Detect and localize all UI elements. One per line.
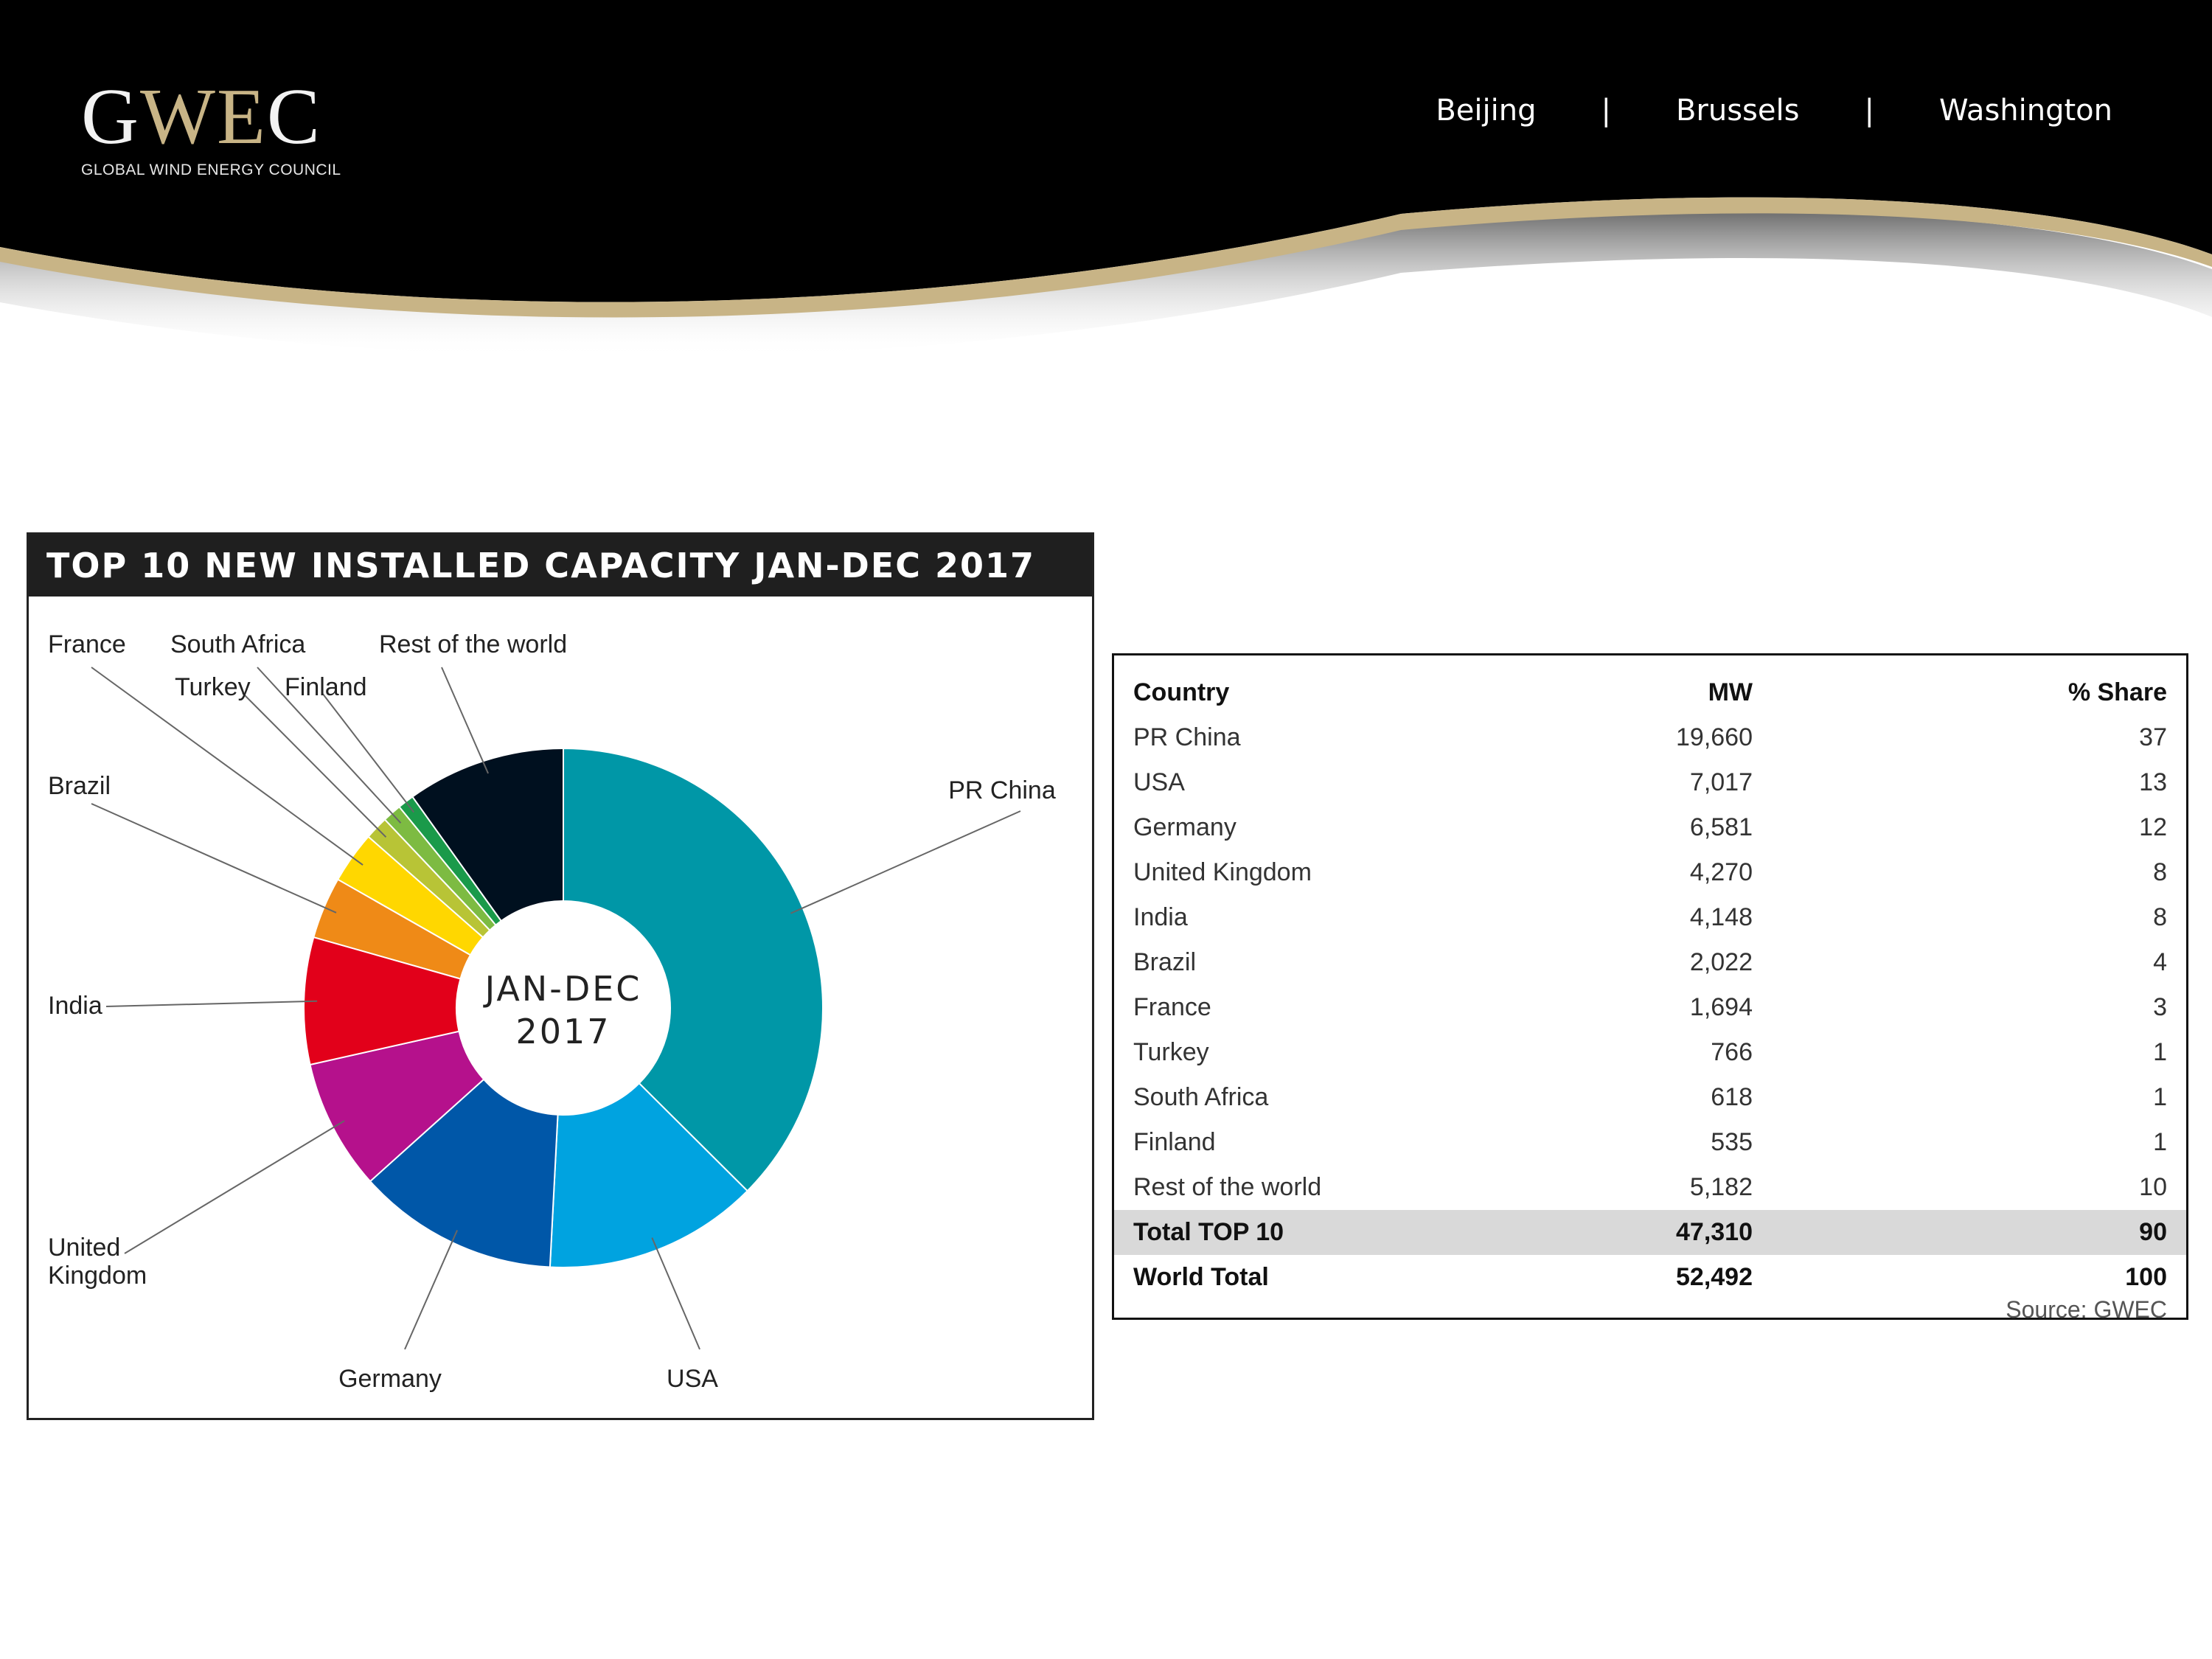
- cell-share: 37: [2139, 723, 2167, 751]
- cell-share: 4: [2153, 948, 2167, 976]
- world-total-row: World Total 52,492 100: [1114, 1255, 2186, 1300]
- leader-line: [790, 810, 1021, 914]
- slice-label: France: [48, 630, 126, 658]
- logo-subtitle: GLOBAL WIND ENERGY COUNCIL: [81, 161, 341, 178]
- table-row: India 4,148 8: [1114, 895, 2186, 940]
- table-row: Germany 6,581 12: [1114, 805, 2186, 850]
- cell-share: 1: [2153, 1083, 2167, 1111]
- cell-country: Brazil: [1133, 948, 1197, 976]
- cell-share: 10: [2139, 1173, 2167, 1201]
- cell-country: Germany: [1133, 813, 1237, 841]
- table-row: Turkey 766 1: [1114, 1030, 2186, 1075]
- slice-label: India: [48, 992, 102, 1020]
- col-country: Country: [1133, 678, 1230, 706]
- header-banner: [0, 0, 2212, 358]
- gwec-logo: GWEC GLOBAL WIND ENERGY COUNCIL: [81, 73, 341, 179]
- nav-beijing[interactable]: Beijing: [1436, 94, 1536, 128]
- cell-mw: 52,492: [1676, 1263, 1753, 1291]
- leader-line: [242, 692, 387, 838]
- slice-label: Rest of the world: [379, 630, 567, 658]
- cell-mw: 19,660: [1676, 723, 1753, 751]
- cell-share: 1: [2153, 1128, 2167, 1156]
- office-locations: Beijing | Brussels | Washington: [1436, 90, 2112, 131]
- cell-mw: 7,017: [1689, 768, 1753, 796]
- cell-country: PR China: [1133, 723, 1241, 751]
- table-header-row: Country MW % Share: [1114, 670, 2186, 715]
- center-label: 2017: [515, 1012, 611, 1051]
- leader-line: [404, 1230, 459, 1350]
- cell-country: Finland: [1133, 1128, 1216, 1156]
- table-row: Finland 535 1: [1114, 1120, 2186, 1165]
- slice-label: USA: [667, 1365, 718, 1393]
- table-row: United Kingdom 4,270 8: [1114, 850, 2186, 895]
- total-top10-row: Total TOP 10 47,310 90: [1114, 1210, 2186, 1255]
- cell-mw: 4,270: [1689, 858, 1753, 886]
- cell-mw: 6,581: [1689, 813, 1753, 841]
- cell-mw: 535: [1711, 1128, 1753, 1156]
- cell-country: Rest of the world: [1133, 1173, 1322, 1201]
- cell-mw: 766: [1711, 1038, 1753, 1066]
- slice-label: Finland: [285, 673, 367, 701]
- table-row: France 1,694 3: [1114, 985, 2186, 1030]
- table-row: Brazil 2,022 4: [1114, 940, 2186, 985]
- chart-panel: TOP 10 NEW INSTALLED CAPACITY JAN-DEC 20…: [27, 532, 1094, 1420]
- slice-label: South Africa: [170, 630, 305, 658]
- cell-country: Turkey: [1133, 1038, 1209, 1066]
- cell-mw: 5,182: [1689, 1173, 1753, 1201]
- cell-country: Total TOP 10: [1114, 1210, 1546, 1255]
- cell-country: USA: [1133, 768, 1185, 796]
- donut-chart: PR China USA Germany United Kingdom India Braz…: [48, 630, 1056, 1393]
- table-row: Rest of the world 5,182 10: [1114, 1165, 2186, 1210]
- cell-mw: 1,694: [1689, 993, 1753, 1021]
- source-note: Source: GWEC: [2006, 1296, 2167, 1323]
- capacity-table: Country MW % Share PR China 19,660 37 USA 7…: [1114, 670, 2186, 1300]
- slice-label: PR China: [948, 776, 1056, 804]
- cell-country: France: [1133, 993, 1211, 1021]
- cell-share: 1: [2153, 1038, 2167, 1066]
- cell-share: 12: [2139, 813, 2167, 841]
- nav-separator: |: [1601, 94, 1611, 128]
- nav-separator: |: [1864, 94, 1874, 128]
- leader-line: [651, 1237, 700, 1350]
- table-row: South Africa 618 1: [1114, 1075, 2186, 1120]
- cell-share: 13: [2139, 768, 2167, 796]
- cell-mw: 2,022: [1689, 948, 1753, 976]
- cell-mw: 4,148: [1689, 903, 1753, 931]
- cell-share: 3: [2153, 993, 2167, 1021]
- leader-line: [441, 667, 489, 774]
- cell-mw: 47,310: [1546, 1210, 1753, 1255]
- leader-line: [124, 1120, 345, 1254]
- cell-country: India: [1133, 903, 1188, 931]
- table-row: PR China 19,660 37: [1114, 715, 2186, 760]
- slice-label: United Kingdom: [48, 1234, 147, 1290]
- col-share: % Share: [2067, 678, 2167, 706]
- slice-label: Turkey: [175, 673, 251, 701]
- cell-share: 8: [2153, 903, 2167, 931]
- logo-wordmark: GWEC: [81, 73, 321, 161]
- nav-brussels[interactable]: Brussels: [1676, 94, 1799, 128]
- center-label: JAN-DEC: [483, 969, 642, 1009]
- col-mw: MW: [1708, 678, 1753, 706]
- nav-washington[interactable]: Washington: [1939, 94, 2112, 128]
- slice-label: Brazil: [48, 772, 111, 800]
- cell-share: 8: [2153, 858, 2167, 886]
- capacity-table-panel: Country MW % Share PR China 19,660 37 USA 7…: [1112, 653, 2188, 1323]
- table-row: USA 7,017 13: [1114, 760, 2186, 805]
- cell-country: United Kingdom: [1133, 858, 1312, 886]
- cell-country: South Africa: [1133, 1083, 1269, 1111]
- cell-mw: 618: [1711, 1083, 1753, 1111]
- leader-line: [91, 803, 337, 914]
- cell-share: 100: [2125, 1263, 2167, 1291]
- cell-country: World Total: [1133, 1263, 1269, 1291]
- slice-label: Germany: [338, 1365, 442, 1393]
- cell-share: 90: [1753, 1210, 2186, 1255]
- leader-line: [105, 1000, 318, 1007]
